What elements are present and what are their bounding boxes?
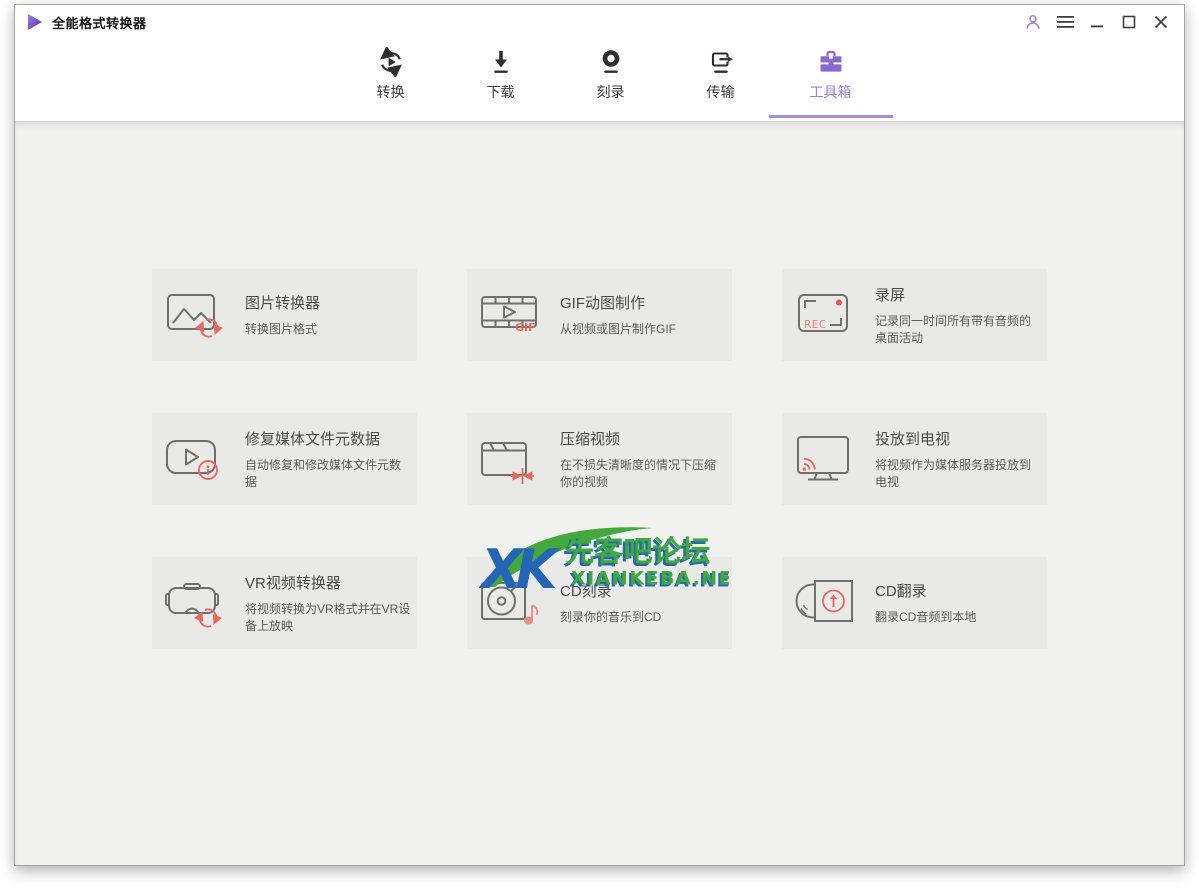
cast-to-tv-icon bbox=[782, 431, 875, 487]
card-cast-to-tv[interactable]: 投放到电视 将视频作为媒体服务器投放到电视 bbox=[782, 413, 1047, 505]
card-title: 录屏 bbox=[875, 284, 1041, 305]
card-desc: 刻录你的音乐到CD bbox=[560, 609, 726, 626]
card-title: VR视频转换器 bbox=[245, 572, 411, 593]
screen-recorder-icon: REC bbox=[782, 287, 875, 343]
card-desc: 在不损失清晰度的情况下压缩你的视频 bbox=[560, 457, 726, 491]
account-icon[interactable] bbox=[1024, 13, 1042, 31]
tab-label: 传输 bbox=[707, 82, 735, 102]
card-fix-metadata[interactable]: 修复媒体文件元数据 自动修复和修改媒体文件元数据 bbox=[152, 413, 417, 505]
svg-text:REC: REC bbox=[804, 319, 827, 331]
svg-text:GIF: GIF bbox=[515, 321, 536, 334]
card-vr-converter[interactable]: VR视频转换器 将视频转换为VR格式并在VR设备上放映 bbox=[152, 557, 417, 649]
app-window: 全能格式转换器 bbox=[14, 4, 1185, 866]
tab-label: 刻录 bbox=[597, 82, 625, 102]
card-title: 修复媒体文件元数据 bbox=[245, 428, 411, 449]
card-desc: 自动修复和修改媒体文件元数据 bbox=[245, 457, 411, 491]
tab-label: 转换 bbox=[377, 82, 405, 102]
tool-cards-grid: 图片转换器 转换图片格式 bbox=[15, 121, 1184, 649]
gif-maker-icon: GIF bbox=[467, 287, 560, 343]
tab-label: 下载 bbox=[487, 82, 515, 102]
download-icon bbox=[486, 43, 516, 77]
tab-label: 工具箱 bbox=[810, 82, 852, 102]
minimize-icon[interactable] bbox=[1088, 13, 1106, 31]
card-compress-video[interactable]: 压缩视频 在不损失清晰度的情况下压缩你的视频 bbox=[467, 413, 732, 505]
card-title: CD翻录 bbox=[875, 580, 1041, 601]
tab-convert[interactable]: 转换 bbox=[336, 43, 446, 107]
transfer-icon bbox=[706, 43, 736, 77]
card-image-converter[interactable]: 图片转换器 转换图片格式 bbox=[152, 269, 417, 361]
card-cd-burn[interactable]: CD刻录 刻录你的音乐到CD bbox=[467, 557, 732, 649]
card-title: 压缩视频 bbox=[560, 428, 726, 449]
tab-burn[interactable]: 刻录 bbox=[556, 43, 666, 107]
image-converter-icon bbox=[152, 287, 245, 343]
tab-download[interactable]: 下载 bbox=[446, 43, 556, 107]
burn-icon bbox=[596, 43, 626, 77]
menu-icon[interactable] bbox=[1056, 13, 1074, 31]
card-title: GIF动图制作 bbox=[560, 292, 726, 313]
cd-burn-icon bbox=[467, 575, 560, 631]
vr-converter-icon bbox=[152, 575, 245, 631]
title-bar: 全能格式转换器 bbox=[15, 5, 1184, 39]
tab-transfer[interactable]: 传输 bbox=[666, 43, 776, 107]
card-title: 图片转换器 bbox=[245, 292, 411, 313]
card-screen-recorder[interactable]: REC 录屏 记录同一时间所有带有音频的桌面活动 bbox=[782, 269, 1047, 361]
card-desc: 从视频或图片制作GIF bbox=[560, 321, 726, 338]
card-title: 投放到电视 bbox=[875, 428, 1041, 449]
card-cd-rip[interactable]: CD翻录 翻录CD音频到本地 bbox=[782, 557, 1047, 649]
card-desc: 将视频作为媒体服务器投放到电视 bbox=[875, 457, 1041, 491]
card-title: CD刻录 bbox=[560, 580, 726, 601]
card-desc: 将视频转换为VR格式并在VR设备上放映 bbox=[245, 601, 411, 635]
toolbox-icon bbox=[816, 43, 846, 77]
toolbox-panel: 图片转换器 转换图片格式 bbox=[15, 121, 1184, 865]
app-logo-icon bbox=[27, 13, 43, 31]
maximize-icon[interactable] bbox=[1120, 13, 1138, 31]
card-desc: 记录同一时间所有带有音频的桌面活动 bbox=[875, 313, 1041, 347]
close-icon[interactable] bbox=[1152, 13, 1170, 31]
compress-video-icon bbox=[467, 431, 560, 487]
card-desc: 转换图片格式 bbox=[245, 321, 411, 338]
convert-icon bbox=[376, 43, 406, 77]
card-gif-maker[interactable]: GIF GIF动图制作 从视频或图片制作GIF bbox=[467, 269, 732, 361]
active-tab-underline bbox=[769, 115, 893, 118]
fix-metadata-icon bbox=[152, 431, 245, 487]
app-title: 全能格式转换器 bbox=[52, 13, 147, 32]
main-nav: 转换 下载 bbox=[15, 39, 1184, 121]
cd-rip-icon bbox=[782, 575, 875, 631]
tab-toolbox[interactable]: 工具箱 bbox=[776, 43, 886, 107]
card-desc: 翻录CD音频到本地 bbox=[875, 609, 1041, 626]
